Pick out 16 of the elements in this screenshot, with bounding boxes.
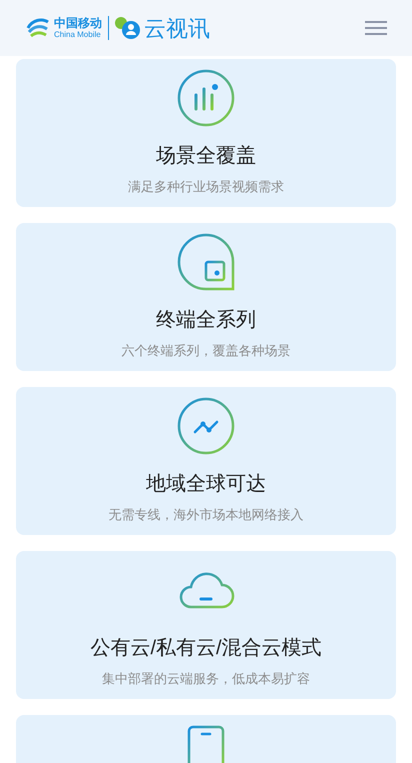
- feature-title: 终端全系列: [156, 308, 256, 333]
- bar-chart-icon: [177, 69, 235, 127]
- brand-name-english: China Mobile: [54, 31, 102, 39]
- feature-title: 公有云/私有云/混合云模式: [90, 636, 322, 661]
- feature-title: 场景全覆盖: [156, 144, 256, 169]
- phone-icon: [186, 725, 226, 763]
- feature-description: 满足多种行业场景视频需求: [128, 178, 284, 196]
- feature-description: 集中部署的云端服务，低成本易扩容: [102, 670, 310, 688]
- feature-title: 地域全球可达: [146, 472, 266, 497]
- brand-name: 中国移动: [54, 17, 102, 29]
- feature-description: 六个终端系列，覆盖各种场景: [122, 342, 290, 360]
- users-icon: [115, 16, 141, 40]
- feature-description: 无需专线，海外市场本地网络接入: [108, 506, 304, 524]
- menu-button[interactable]: [365, 20, 387, 36]
- product-name: 云视讯: [144, 14, 210, 42]
- route-icon: [177, 397, 235, 455]
